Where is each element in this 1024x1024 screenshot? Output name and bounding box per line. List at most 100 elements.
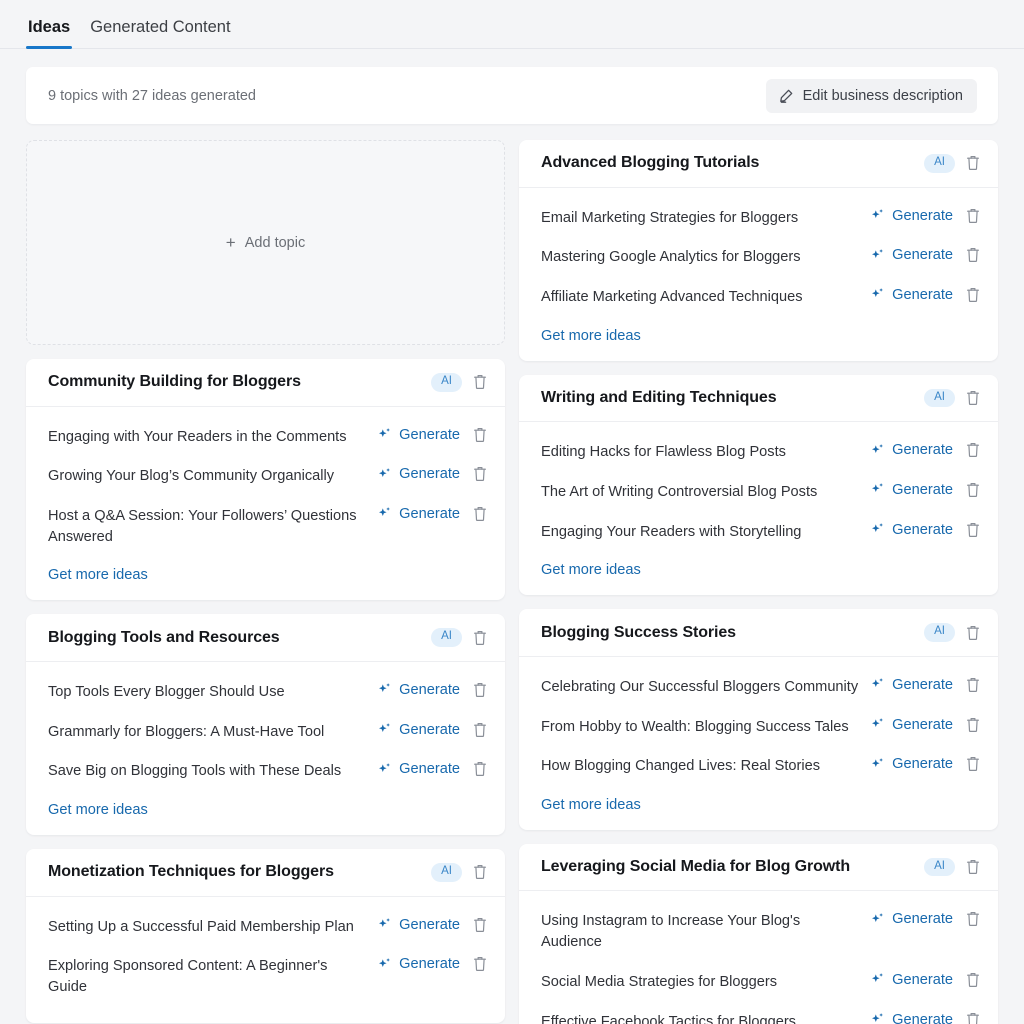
trash-icon[interactable] xyxy=(965,154,981,172)
trash-icon[interactable] xyxy=(472,916,488,934)
trash-icon[interactable] xyxy=(965,286,981,304)
trash-icon[interactable] xyxy=(965,910,981,928)
generate-button[interactable]: Generate xyxy=(870,910,953,927)
idea-text: From Hobby to Wealth: Blogging Success T… xyxy=(541,718,849,735)
trash-icon[interactable] xyxy=(965,716,981,734)
tab-generated-content[interactable]: Generated Content xyxy=(88,18,232,49)
sparkle-icon xyxy=(377,957,392,972)
trash-icon[interactable] xyxy=(472,426,488,444)
topic-card: Writing and Editing Techniques AI Editin… xyxy=(519,374,998,596)
sparkle-icon xyxy=(870,912,885,927)
idea-row: Top Tools Every Blogger Should Use Gener… xyxy=(48,672,488,712)
generate-button[interactable]: Generate xyxy=(870,971,953,988)
ai-badge[interactable]: AI xyxy=(924,623,955,642)
idea-text: Save Big on Blogging Tools with These De… xyxy=(48,763,342,780)
generate-button[interactable]: Generate xyxy=(870,286,953,303)
ai-badge[interactable]: AI xyxy=(431,373,462,392)
idea-row: Save Big on Blogging Tools with These De… xyxy=(48,751,488,791)
trash-icon[interactable] xyxy=(965,1011,981,1024)
ai-badge[interactable]: AI xyxy=(924,154,955,173)
topic-card: Leveraging Social Media for Blog Growth … xyxy=(519,843,998,1024)
ai-badge[interactable]: AI xyxy=(431,628,462,647)
idea-row: Setting Up a Successful Paid Membership … xyxy=(48,907,488,947)
idea-row: Mastering Google Analytics for Bloggers … xyxy=(541,237,981,277)
sparkle-icon xyxy=(870,248,885,263)
generate-button[interactable]: Generate xyxy=(870,207,953,224)
idea-text: Affiliate Marketing Advanced Techniques xyxy=(541,288,803,305)
generate-label: Generate xyxy=(399,505,460,522)
trash-icon[interactable] xyxy=(965,481,981,499)
generate-label: Generate xyxy=(892,481,953,498)
trash-icon[interactable] xyxy=(965,521,981,539)
ai-badge[interactable]: AI xyxy=(924,857,955,877)
sparkle-icon xyxy=(377,917,392,932)
sparkle-icon xyxy=(870,287,885,302)
trash-icon[interactable] xyxy=(472,955,488,973)
sparkle-icon xyxy=(377,506,392,521)
idea-row: Editing Hacks for Flawless Blog Posts Ge… xyxy=(541,432,981,472)
trash-icon[interactable] xyxy=(965,389,981,407)
topic-title: Blogging Success Stories xyxy=(541,623,736,641)
trash-icon[interactable] xyxy=(472,465,488,483)
trash-icon[interactable] xyxy=(472,505,488,523)
sparkle-icon xyxy=(377,722,392,737)
generate-button[interactable]: Generate xyxy=(870,481,953,498)
topic-card: Community Building for Bloggers AI Engag… xyxy=(26,359,505,601)
generate-button[interactable]: Generate xyxy=(870,716,953,733)
topic-title: Community Building for Bloggers xyxy=(48,373,301,391)
generate-button[interactable]: Generate xyxy=(377,916,460,933)
ai-badge[interactable]: AI xyxy=(431,863,462,882)
generate-button[interactable]: Generate xyxy=(377,681,460,698)
idea-row: Using Instagram to Increase Your Blog's … xyxy=(541,901,981,961)
trash-icon[interactable] xyxy=(965,971,981,989)
trash-icon[interactable] xyxy=(965,441,981,459)
get-more-ideas-link[interactable]: Get more ideas xyxy=(541,797,641,813)
add-topic-card[interactable]: + Add topic xyxy=(26,140,505,345)
generate-button[interactable]: Generate xyxy=(870,246,953,263)
trash-icon[interactable] xyxy=(472,760,488,778)
trash-icon[interactable] xyxy=(965,755,981,773)
generate-button[interactable]: Generate xyxy=(377,426,460,443)
generate-button[interactable]: Generate xyxy=(870,441,953,458)
generate-button[interactable]: Generate xyxy=(377,505,460,522)
idea-text: Grammarly for Bloggers: A Must-Have Tool xyxy=(48,723,325,740)
get-more-ideas-link[interactable]: Get more ideas xyxy=(48,567,148,583)
trash-icon[interactable] xyxy=(472,373,488,391)
generate-label: Generate xyxy=(892,247,953,264)
trash-icon[interactable] xyxy=(965,624,981,642)
generate-button[interactable]: Generate xyxy=(870,1011,953,1024)
get-more-ideas-link[interactable]: Get more ideas xyxy=(541,562,641,578)
trash-icon[interactable] xyxy=(472,681,488,699)
topic-card-header: Community Building for Bloggers AI xyxy=(26,359,505,407)
generate-label: Generate xyxy=(399,426,460,443)
ai-badge[interactable]: AI xyxy=(924,388,955,408)
idea-text: How Blogging Changed Lives: Real Stories xyxy=(541,758,821,775)
generate-button[interactable]: Generate xyxy=(377,465,460,482)
trash-icon[interactable] xyxy=(965,207,981,225)
generate-button[interactable]: Generate xyxy=(377,760,460,777)
edit-business-description-button[interactable]: Edit business description xyxy=(765,78,977,113)
topic-card-header: Blogging Success Stories AI xyxy=(519,609,998,657)
generate-button[interactable]: Generate xyxy=(377,955,460,972)
trash-icon[interactable] xyxy=(472,721,488,739)
trash-icon[interactable] xyxy=(965,858,981,876)
get-more-ideas-link[interactable]: Get more ideas xyxy=(541,328,641,344)
generate-button[interactable]: Generate xyxy=(870,521,953,538)
idea-text: Celebrating Our Successful Bloggers Comm… xyxy=(541,678,859,695)
trash-icon[interactable] xyxy=(965,246,981,264)
generate-button[interactable]: Generate xyxy=(377,721,460,738)
topic-card-header: Blogging Tools and Resources AI xyxy=(26,614,505,662)
trash-icon[interactable] xyxy=(472,863,488,881)
trash-icon[interactable] xyxy=(965,676,981,694)
topic-card-body: Editing Hacks for Flawless Blog Posts Ge… xyxy=(519,422,998,595)
idea-text: Using Instagram to Increase Your Blog's … xyxy=(541,913,801,951)
generate-button[interactable]: Generate xyxy=(870,755,953,772)
trash-icon[interactable] xyxy=(472,629,488,647)
idea-text: Engaging with Your Readers in the Commen… xyxy=(48,428,347,445)
generate-label: Generate xyxy=(399,721,460,738)
sparkle-icon xyxy=(870,522,885,537)
get-more-ideas-link[interactable]: Get more ideas xyxy=(48,802,148,818)
idea-row: Social Media Strategies for Bloggers Gen… xyxy=(541,962,981,1002)
generate-button[interactable]: Generate xyxy=(870,676,953,693)
tab-ideas[interactable]: Ideas xyxy=(26,18,73,49)
